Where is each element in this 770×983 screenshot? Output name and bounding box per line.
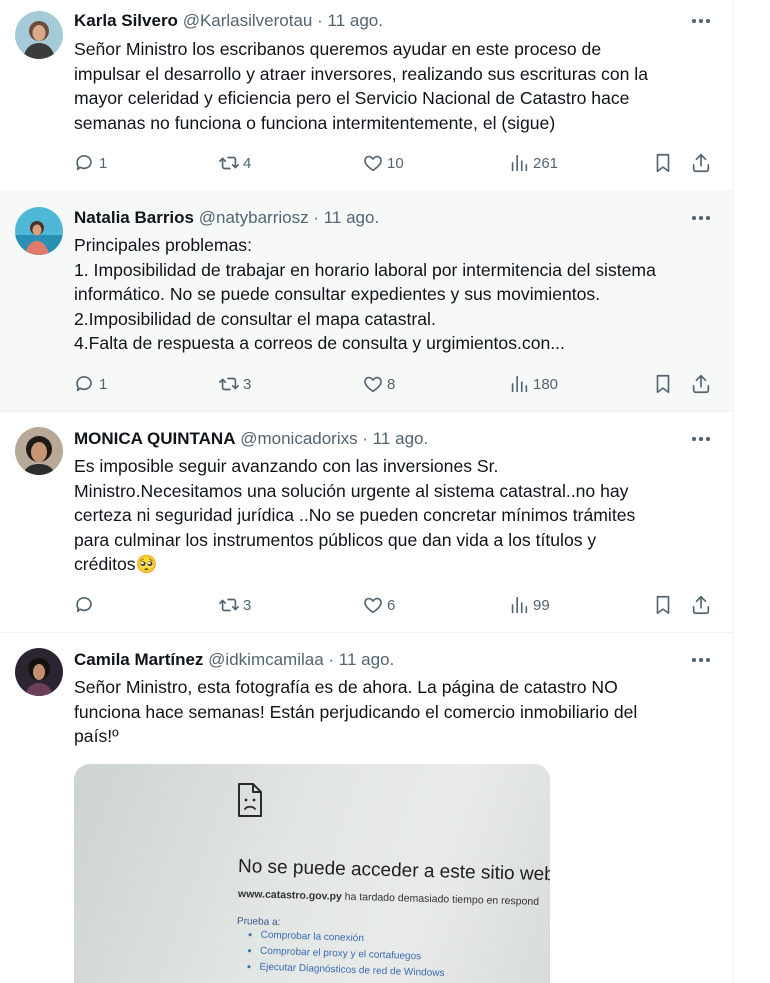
tweet-date[interactable]: · 11 ago. [317, 11, 383, 30]
reply-icon [76, 376, 92, 392]
share-icon [692, 595, 710, 615]
action-bar: 1 3 8 180 [74, 372, 720, 396]
author-name[interactable]: Natalia Barrios [74, 208, 194, 227]
views-button[interactable]: 99 [508, 593, 550, 617]
error-url-message: ha tardado demasiado tiempo en respond [341, 890, 540, 908]
repost-count: 3 [243, 596, 252, 614]
tweet-text: Señor Ministro los escribanos queremos a… [74, 39, 648, 133]
bookmark-button[interactable] [652, 151, 674, 175]
avatar[interactable] [15, 207, 63, 255]
bookmark-icon [656, 595, 670, 615]
reply-icon [76, 155, 92, 171]
heart-icon [364, 376, 382, 393]
reply-icon [76, 597, 92, 613]
views-button[interactable]: 180 [508, 372, 558, 396]
like-button[interactable]: 8 [362, 372, 395, 396]
reply-button[interactable] [74, 593, 96, 617]
repost-icon [219, 598, 239, 612]
reply-count: 1 [99, 154, 108, 172]
tweet-date[interactable]: · 11 ago. [362, 429, 428, 448]
share-button[interactable] [690, 151, 712, 175]
tweet[interactable]: Karla Silvero @Karlasilverotau · 11 ago.… [0, 0, 733, 191]
tweet[interactable]: MONICA QUINTANA @monicadorixs · 11 ago. … [0, 411, 733, 633]
tweet-text: Principales problemas: 1. Imposibilidad … [74, 235, 656, 354]
like-count: 8 [387, 375, 396, 393]
tweet-date[interactable]: · 11 ago. [313, 208, 379, 227]
tweet-photo[interactable]: No se puede acceder a este sitio web www… [74, 764, 550, 983]
sad-document-icon [238, 783, 262, 817]
tweet-header: Camila Martínez @idkimcamilaa · 11 ago. [74, 648, 394, 672]
bookmark-icon [656, 374, 670, 394]
bookmark-button[interactable] [652, 372, 674, 396]
author-handle[interactable]: @Karlasilverotau [183, 11, 313, 30]
more-icon[interactable] [688, 206, 714, 230]
repost-icon [219, 156, 239, 170]
share-button[interactable] [690, 372, 712, 396]
tweet[interactable]: Camila Martínez @idkimcamilaa · 11 ago. … [0, 632, 733, 983]
tweet-header: MONICA QUINTANA @monicadorixs · 11 ago. [74, 427, 428, 451]
repost-button[interactable]: 4 [218, 151, 251, 175]
views-button[interactable]: 261 [508, 151, 558, 175]
share-icon [692, 153, 710, 173]
views-count: 99 [533, 596, 550, 614]
tweet-text: Señor Ministro, esta fotografía es de ah… [74, 677, 638, 747]
views-count: 180 [533, 375, 559, 393]
repost-icon [219, 377, 239, 391]
bookmark-button[interactable] [652, 593, 674, 617]
reply-button[interactable]: 1 [74, 151, 107, 175]
tweet[interactable]: Natalia Barrios @natybarriosz · 11 ago. … [0, 190, 733, 412]
avatar[interactable] [15, 648, 63, 696]
like-count: 6 [387, 596, 396, 614]
repost-count: 4 [243, 154, 252, 172]
share-icon [692, 374, 710, 394]
more-icon[interactable] [688, 9, 714, 33]
like-count: 10 [387, 154, 404, 172]
analytics-icon [511, 596, 528, 614]
author-handle[interactable]: @natybarriosz [199, 208, 309, 227]
action-bar: 1 4 10 261 [74, 151, 720, 175]
analytics-icon [511, 154, 528, 172]
heart-icon [364, 155, 382, 172]
analytics-icon [511, 375, 528, 393]
tweet-header: Natalia Barrios @natybarriosz · 11 ago. [74, 206, 379, 230]
avatar[interactable] [15, 11, 63, 59]
author-handle[interactable]: @monicadorixs [240, 429, 357, 448]
timeline: Karla Silvero @Karlasilverotau · 11 ago.… [0, 0, 734, 983]
repost-button[interactable]: 3 [218, 593, 251, 617]
author-handle[interactable]: @idkimcamilaa [208, 650, 324, 669]
error-url-domain: www.catastro.gov.py [237, 888, 342, 903]
author-name[interactable]: Karla Silvero [74, 11, 178, 30]
error-title: No se puede acceder a este sitio web [237, 856, 550, 886]
repost-count: 3 [243, 375, 252, 393]
more-icon[interactable] [688, 427, 714, 451]
reply-count: 1 [99, 375, 108, 393]
repost-button[interactable]: 3 [218, 372, 251, 396]
like-button[interactable]: 10 [362, 151, 404, 175]
author-name[interactable]: Camila Martínez [74, 650, 203, 669]
error-url: www.catastro.gov.py ha tardado demasiado… [238, 888, 539, 908]
avatar[interactable] [15, 427, 63, 475]
heart-icon [364, 597, 382, 614]
tweet-text: Es imposible seguir avanzando con las in… [74, 456, 636, 575]
action-bar: 3 6 99 [74, 593, 720, 617]
bookmark-icon [656, 153, 670, 173]
share-button[interactable] [690, 593, 712, 617]
reply-button[interactable]: 1 [74, 372, 107, 396]
like-button[interactable]: 6 [362, 593, 395, 617]
tweet-date[interactable]: · 11 ago. [328, 650, 394, 669]
views-count: 261 [533, 154, 559, 172]
error-suggestions: Comprobar la conexión Comprobar el proxy… [241, 927, 446, 982]
more-icon[interactable] [688, 648, 714, 672]
tweet-header: Karla Silvero @Karlasilverotau · 11 ago. [74, 9, 383, 33]
author-name[interactable]: MONICA QUINTANA [74, 429, 235, 448]
